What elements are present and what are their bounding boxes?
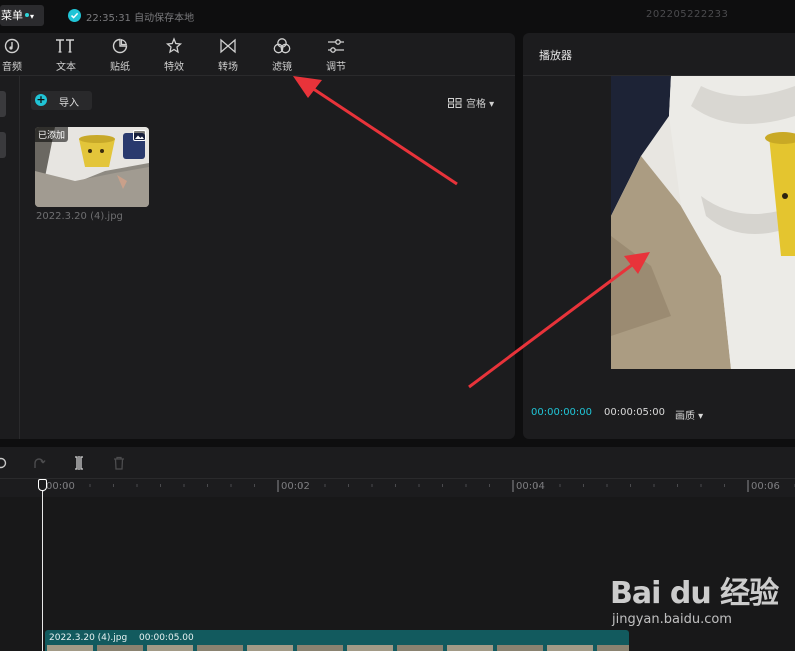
audio-icon	[0, 37, 32, 57]
clip-frame	[547, 645, 593, 651]
delete-icon[interactable]	[112, 456, 126, 473]
clip-frame	[47, 645, 93, 651]
clip-frame	[497, 645, 543, 651]
view-mode-dropdown[interactable]: 宫格 ▾	[448, 95, 495, 111]
autosave-check-icon	[68, 9, 81, 22]
media-sidebar	[0, 76, 20, 439]
image-type-icon	[133, 130, 146, 144]
clip-frame	[447, 645, 493, 651]
top-bar: 菜单 ▾ 22:35:31 自动保存本地 202205222233	[0, 0, 795, 32]
redo-icon[interactable]	[32, 456, 46, 473]
transition-icon	[208, 37, 248, 57]
sidebar-tab-local[interactable]	[0, 91, 6, 117]
player-panel: 播放器 00:00:00:00 00:00:05:00 画质 ▾	[523, 33, 795, 439]
quality-dropdown[interactable]: 画质 ▾	[675, 407, 703, 422]
filter-icon	[262, 37, 302, 57]
clip-frame-strip	[47, 645, 629, 651]
chevron-down-icon: ▾	[486, 99, 495, 110]
undo-icon[interactable]	[0, 456, 8, 473]
tool-filter[interactable]: 滤镜	[262, 37, 302, 75]
media-file-name: 2022.3.20 (4).jpg	[36, 211, 123, 222]
import-label: 导入	[59, 98, 79, 109]
tool-adjust[interactable]: 调节	[316, 37, 356, 75]
effects-icon	[154, 37, 194, 57]
timeline-clip[interactable]: 2022.3.20 (4).jpg 00:00:05.00	[45, 630, 629, 651]
tool-sticker[interactable]: 贴纸	[100, 37, 140, 75]
autosave-status: 22:35:31 自动保存本地	[86, 13, 195, 24]
ruler-label: 00:06	[751, 481, 780, 492]
watermark-url: jingyan.baidu.com	[612, 612, 732, 627]
clip-duration: 00:00:05.00	[139, 633, 194, 643]
clip-name: 2022.3.20 (4).jpg	[49, 633, 128, 643]
tool-text[interactable]: 文本	[46, 37, 86, 75]
asset-toolbar: 音频 文本 贴纸 特效 转场 滤镜 调节	[0, 33, 515, 76]
video-preview[interactable]	[611, 76, 795, 369]
clip-frame	[297, 645, 343, 651]
tool-effects[interactable]: 特效	[154, 37, 194, 75]
playhead-handle[interactable]	[38, 479, 47, 491]
adjust-icon	[316, 37, 356, 57]
menu-label: 菜单	[1, 9, 23, 22]
chevron-down-icon: ▾	[30, 12, 35, 21]
tool-label: 滤镜	[272, 62, 292, 73]
ruler-label: 00:02	[281, 481, 310, 492]
sidebar-tab-library[interactable]	[0, 132, 6, 158]
tool-label: 转场	[218, 62, 238, 73]
tool-label: 贴纸	[110, 62, 130, 73]
added-badge: 已添加	[35, 127, 69, 142]
watermark-brand: Bai du 经验	[610, 576, 779, 611]
clip-frame	[197, 645, 243, 651]
menu-button[interactable]: 菜单 ▾	[0, 5, 44, 26]
split-icon[interactable]	[72, 456, 86, 473]
timeline-toolbar	[0, 447, 795, 479]
project-name: 202205222233	[646, 9, 729, 20]
timeline-ruler[interactable]: 00:00 00:02 00:04 00:06	[0, 480, 795, 496]
grid-view-icon	[448, 97, 462, 111]
clip-frame	[597, 645, 629, 651]
text-icon	[46, 37, 86, 57]
sticker-icon	[100, 37, 140, 57]
player-title: 播放器	[539, 49, 572, 62]
media-thumbnail[interactable]: 已添加	[35, 127, 149, 207]
clip-frame	[397, 645, 443, 651]
quality-label: 画质	[675, 411, 695, 422]
tool-label: 调节	[326, 62, 346, 73]
import-button[interactable]: + 导入	[31, 91, 92, 110]
clip-frame	[247, 645, 293, 651]
plus-icon: +	[35, 93, 47, 106]
ruler-label: 00:00	[46, 481, 75, 492]
tool-audio[interactable]: 音频	[0, 37, 32, 75]
clip-frame	[147, 645, 193, 651]
ruler-label: 00:04	[516, 481, 545, 492]
current-time: 00:00:00:00	[531, 407, 593, 418]
status-dot-icon	[25, 13, 29, 17]
playhead-line[interactable]	[42, 483, 43, 651]
clip-frame	[97, 645, 143, 651]
chevron-down-icon: ▾	[695, 411, 704, 422]
tool-transition[interactable]: 转场	[208, 37, 248, 75]
preview-photo	[611, 76, 795, 369]
tool-label: 特效	[164, 62, 184, 73]
ruler-ticks	[42, 480, 795, 492]
total-time: 00:00:05:00	[604, 407, 666, 418]
media-panel: 音频 文本 贴纸 特效 转场 滤镜 调节 + 导入 宫格 ▾ 已添加 2022.…	[0, 33, 515, 439]
tool-label: 音频	[2, 62, 22, 73]
view-mode-label: 宫格	[466, 99, 486, 110]
tool-label: 文本	[56, 62, 76, 73]
baidu-watermark: Bai du 经验 jingyan.baidu.com	[610, 568, 790, 638]
clip-frame	[347, 645, 393, 651]
